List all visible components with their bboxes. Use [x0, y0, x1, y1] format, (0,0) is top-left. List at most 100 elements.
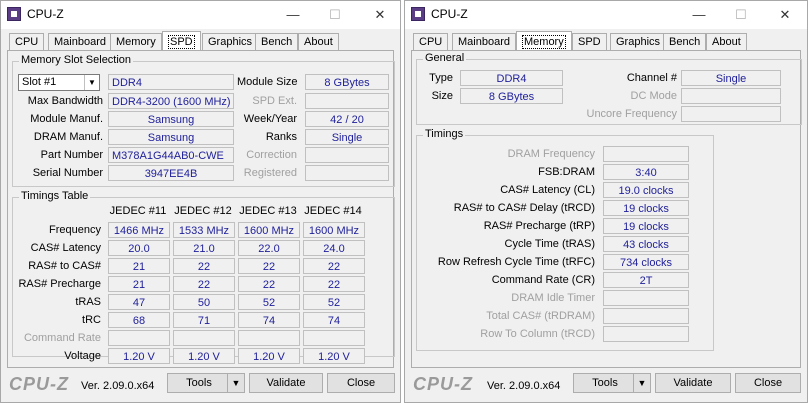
chevron-down-icon[interactable]: ▼ — [227, 374, 244, 392]
memory-timing-value — [603, 146, 689, 162]
tab-bench[interactable]: Bench — [663, 33, 707, 50]
module-manuf-label: Module Manuf. — [30, 113, 103, 125]
close-button[interactable]: Close — [327, 373, 395, 393]
tab-cpu[interactable]: CPU — [413, 33, 449, 50]
validate-button[interactable]: Validate — [655, 373, 731, 393]
spd-ext-value — [305, 93, 389, 109]
tools-button[interactable]: Tools ▼ — [573, 373, 651, 393]
timings-group: Timings DRAM Frequency FSB:DRAM 3:40 CAS# L… — [416, 128, 714, 351]
type-label: Type — [429, 72, 453, 84]
jedec-column-header: JEDEC #13 — [239, 205, 297, 217]
timing-cell: 68 — [108, 312, 170, 328]
registered-label: Registered — [243, 167, 297, 179]
close-button[interactable]: Close — [735, 373, 801, 393]
ranks-value: Single — [305, 129, 389, 145]
memory-timing-label: Total CAS# (tRDRAM) — [486, 310, 595, 322]
timing-row-label: CAS# Latency — [30, 242, 101, 254]
cpuz-app-icon — [7, 7, 21, 21]
module-size-label: Module Size — [237, 76, 298, 88]
timing-cell: 22 — [238, 276, 300, 292]
timing-cell — [238, 330, 300, 346]
max-bandwidth-label: Max Bandwidth — [27, 95, 103, 107]
timing-cell: 24.0 — [303, 240, 365, 256]
week-year-label: Week/Year — [243, 113, 297, 125]
title-bar: CPU-Z — ☐ ✕ — [1, 1, 400, 29]
channel-label: Channel # — [626, 72, 677, 84]
module-manuf-value: Samsung — [108, 111, 234, 127]
memory-timing-label: Cycle Time (tRAS) — [504, 238, 595, 250]
memory-timing-value: 19 clocks — [603, 218, 689, 234]
maximize-button[interactable]: ☐ — [727, 5, 755, 25]
memory-timing-label: Row Refresh Cycle Time (tRFC) — [437, 256, 595, 268]
tab-about[interactable]: About — [706, 33, 747, 50]
memory-slot-group: Memory Slot Selection Slot #1 ▼ DDR4 Mod… — [12, 54, 395, 187]
tab-memory[interactable]: Memory — [516, 31, 572, 51]
tab-mainboard[interactable]: Mainboard — [452, 33, 516, 50]
timing-cell — [173, 330, 235, 346]
part-number-value: M378A1G44AB0-CWE — [108, 147, 234, 163]
group-title: Timings Table — [19, 190, 91, 202]
timing-cell: 50 — [173, 294, 235, 310]
timing-cell: 1.20 V — [173, 348, 235, 364]
dc-mode-value — [681, 88, 781, 104]
serial-number-label: Serial Number — [32, 167, 103, 179]
ranks-label: Ranks — [265, 131, 297, 143]
timing-cell: 1.20 V — [108, 348, 170, 364]
week-year-value: 42 / 20 — [305, 111, 389, 127]
memory-timing-value: 3:40 — [603, 164, 689, 180]
tab-bench[interactable]: Bench — [255, 33, 299, 50]
tab-memory[interactable]: Memory — [110, 33, 162, 50]
tab-cpu[interactable]: CPU — [9, 33, 45, 50]
close-window-button[interactable]: ✕ — [771, 5, 799, 25]
timing-cell: 74 — [238, 312, 300, 328]
timing-row-label: Command Rate — [23, 332, 101, 344]
serial-number-value: 3947EE4B — [108, 165, 234, 181]
memory-timing-label: DRAM Idle Timer — [511, 292, 595, 304]
timing-cell: 20.0 — [108, 240, 170, 256]
timing-cell — [303, 330, 365, 346]
slot-select[interactable]: Slot #1 ▼ — [18, 74, 100, 91]
maximize-button[interactable]: ☐ — [321, 5, 349, 25]
timing-cell: 52 — [303, 294, 365, 310]
timing-row-label: tRAS — [75, 296, 101, 308]
module-size-value: 8 GBytes — [305, 74, 389, 90]
close-window-button[interactable]: ✕ — [366, 5, 394, 25]
uncore-frequency-label: Uncore Frequency — [586, 108, 678, 120]
memory-timing-value: 734 clocks — [603, 254, 689, 270]
tab-spd[interactable]: SPD — [572, 33, 607, 50]
size-value: 8 GBytes — [460, 88, 563, 104]
minimize-button[interactable]: — — [685, 5, 713, 25]
timing-row-label: RAS# Precharge — [18, 278, 101, 290]
tab-spd[interactable]: SPD — [162, 31, 201, 51]
window-title: CPU-Z — [27, 7, 64, 21]
slot-select-value: Slot #1 — [22, 76, 57, 88]
timing-cell: 22 — [238, 258, 300, 274]
validate-button[interactable]: Validate — [249, 373, 323, 393]
tools-button-label: Tools — [186, 377, 212, 389]
timing-row-label: RAS# to CAS# — [28, 260, 101, 272]
tab-about[interactable]: About — [298, 33, 339, 50]
tab-graphics[interactable]: Graphics — [610, 33, 667, 50]
cpuz-logo: CPU-Z — [9, 374, 69, 394]
timing-cell: 22 — [303, 258, 365, 274]
registered-value — [305, 165, 389, 181]
chevron-down-icon[interactable]: ▼ — [633, 374, 650, 392]
tab-graphics[interactable]: Graphics — [202, 33, 259, 50]
timing-cell: 22 — [173, 276, 235, 292]
correction-value — [305, 147, 389, 163]
timing-cell: 71 — [173, 312, 235, 328]
tools-button[interactable]: Tools ▼ — [167, 373, 245, 393]
bottom-bar: CPU-Z Ver. 2.09.0.x64 Tools ▼ Validate C… — [405, 368, 807, 402]
timings-table-group: Timings Table JEDEC #11 JEDEC #12 JEDEC #1… — [12, 190, 395, 364]
memory-timing-label: Command Rate (CR) — [491, 274, 595, 286]
jedec-column-header: JEDEC #12 — [174, 205, 232, 217]
timing-cell: 1533 MHz — [173, 222, 235, 238]
group-title: General — [423, 52, 467, 64]
minimize-button[interactable]: — — [279, 5, 307, 25]
tab-mainboard[interactable]: Mainboard — [48, 33, 112, 50]
timing-cell: 22 — [303, 276, 365, 292]
memory-timing-value: 19 clocks — [603, 200, 689, 216]
timing-cell: 1600 MHz — [303, 222, 365, 238]
memory-timing-value — [603, 308, 689, 324]
channel-value: Single — [681, 70, 781, 86]
